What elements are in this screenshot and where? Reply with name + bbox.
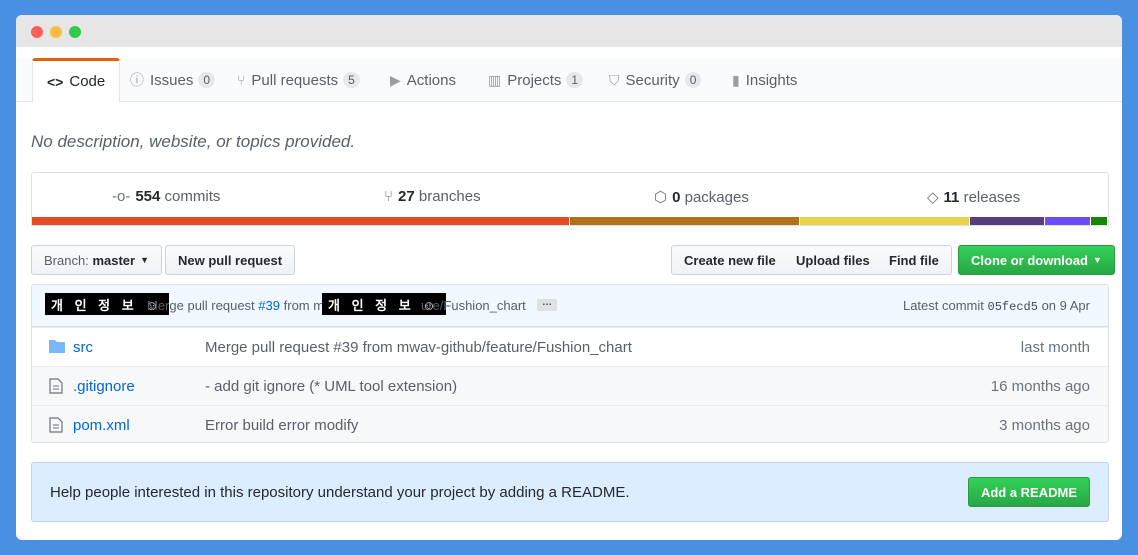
file-icon <box>49 378 63 398</box>
branches-label: branches <box>418 188 481 205</box>
tab-label: Pull requests <box>251 71 339 89</box>
graph-icon: ▮ <box>732 71 740 88</box>
file-commit-message[interactable]: Merge pull request #39 from mwav-github/… <box>205 339 632 356</box>
security-counter: 0 <box>684 72 702 88</box>
commit-msg-suffix: ure/Fushion_chart <box>421 298 526 313</box>
file-commit-message[interactable]: Error build error modify <box>205 417 358 434</box>
create-new-file-button[interactable]: Create new file <box>671 245 789 275</box>
issue-icon: ⓘ <box>130 72 144 88</box>
project-icon: ▥ <box>488 71 502 88</box>
shield-icon: ⛉ <box>609 71 620 88</box>
branch-prefix: Branch: <box>44 252 89 268</box>
file-age: last month <box>1020 339 1090 356</box>
file-name-link[interactable]: .gitignore <box>73 378 135 395</box>
repo-description: No description, website, or topics provi… <box>31 132 356 151</box>
commit-date: on 9 Apr <box>1041 298 1090 313</box>
language-segment[interactable] <box>32 217 571 225</box>
file-row[interactable]: .gitignore - add git ignore (* UML tool … <box>32 366 1108 405</box>
commit-message[interactable]: Merge pull request #39 from m <box>147 298 324 313</box>
packages-count: 0 <box>672 189 681 206</box>
language-segment[interactable] <box>970 217 1045 225</box>
tab-label: Insights <box>745 71 798 89</box>
file-age: 16 months ago <box>990 378 1090 395</box>
latest-commit-bar: 개 인 정 보 ☺ Merge pull request #39 from m … <box>32 285 1108 327</box>
commit-sha-link[interactable]: 05fecd5 <box>988 300 1038 314</box>
language-segment[interactable] <box>1090 217 1108 225</box>
tab-issues[interactable]: ⓘ Issues 0 <box>116 58 229 102</box>
package-icon: ⬡ <box>654 189 668 206</box>
minimize-window-button[interactable] <box>50 26 62 38</box>
file-commit-message[interactable]: - add git ignore (* UML tool extension) <box>205 378 457 395</box>
close-window-button[interactable] <box>31 26 43 38</box>
pr-link[interactable]: #39 <box>258 298 280 313</box>
releases-label: releases <box>963 189 1021 206</box>
upload-files-button[interactable]: Upload files <box>784 245 883 275</box>
packages-link[interactable]: ⬡ 0 packages <box>654 188 749 206</box>
releases-count: 11 <box>943 189 960 206</box>
maximize-window-button[interactable] <box>69 26 81 38</box>
branches-link[interactable]: ⑂ 27 branches <box>384 188 481 205</box>
tag-icon: ◇ <box>927 189 939 206</box>
commit-msg-from: from m <box>283 298 325 313</box>
new-pull-request-button[interactable]: New pull request <box>165 245 296 275</box>
commits-link[interactable]: -o- 554 commits <box>112 188 220 205</box>
file-name-link[interactable]: src <box>73 339 93 356</box>
language-segment[interactable] <box>570 217 801 225</box>
caret-down-icon: ▼ <box>1093 255 1102 265</box>
tab-label: Code <box>69 73 106 90</box>
tab-insights[interactable]: ▮ Insights <box>718 58 811 102</box>
caret-down-icon: ▼ <box>140 255 149 265</box>
file-name-link[interactable]: pom.xml <box>73 417 130 434</box>
folder-icon <box>49 339 65 357</box>
language-bar[interactable] <box>31 217 1109 226</box>
clone-or-download-button[interactable]: Clone or download ▼ <box>958 245 1115 275</box>
browser-window: <> Code ⓘ Issues 0 ⑂ Pull requests 5 ▶ A… <box>16 15 1122 540</box>
code-icon: <> <box>47 73 64 90</box>
tab-security[interactable]: ⛉ Security 0 <box>595 58 715 102</box>
packages-label: packages <box>684 189 749 206</box>
branch-name: master <box>92 252 136 268</box>
tab-pull-requests[interactable]: ⑂ Pull requests 5 <box>223 58 374 102</box>
tab-projects[interactable]: ▥ Projects 1 <box>474 58 597 102</box>
file-table: 개 인 정 보 ☺ Merge pull request #39 from m … <box>31 284 1109 443</box>
branch-select-button[interactable]: Branch: master ▼ <box>31 245 162 275</box>
pull-requests-counter: 5 <box>343 72 360 88</box>
language-segment[interactable] <box>1045 217 1091 225</box>
tab-label: Projects <box>507 71 562 89</box>
file-row[interactable]: pom.xml Error build error modify 3 month… <box>32 405 1108 442</box>
tab-label: Actions <box>406 71 456 89</box>
commit-msg-prefix: Merge pull request <box>147 298 255 313</box>
readme-prompt-text: Help people interested in this repositor… <box>50 484 630 501</box>
issues-counter: 0 <box>198 72 216 88</box>
readme-prompt: Help people interested in this repositor… <box>31 462 1109 522</box>
tab-label: Issues <box>150 71 194 89</box>
file-age: 3 months ago <box>999 417 1090 434</box>
tab-code[interactable]: <> Code <box>32 58 121 103</box>
add-readme-button[interactable]: Add a README <box>967 477 1090 507</box>
tab-actions[interactable]: ▶ Actions <box>376 58 470 102</box>
language-segment[interactable] <box>800 217 971 225</box>
repo-nav-tabs: <> Code ⓘ Issues 0 ⑂ Pull requests 5 ▶ A… <box>16 58 1122 103</box>
clone-label: Clone or download <box>971 252 1088 268</box>
releases-link[interactable]: ◇ 11 releases <box>927 188 1020 206</box>
find-file-button[interactable]: Find file <box>877 245 952 275</box>
latest-commit-info: Latest commit 05fecd5 on 9 Apr <box>903 298 1090 314</box>
pull-request-icon: ⑂ <box>237 72 246 88</box>
expand-commit-button[interactable]: … <box>537 298 557 311</box>
file-row[interactable]: src Merge pull request #39 from mwav-git… <box>32 327 1108 366</box>
commit-icon: -o- <box>112 188 131 205</box>
commits-label: commits <box>164 188 221 205</box>
commits-count: 554 <box>135 188 161 205</box>
latest-commit-label: Latest commit <box>902 298 984 313</box>
tab-label: Security <box>625 71 680 89</box>
branch-icon: ⑂ <box>384 188 394 205</box>
play-icon: ▶ <box>390 71 401 88</box>
branches-count: 27 <box>398 188 415 205</box>
file-icon <box>49 417 63 437</box>
projects-counter: 1 <box>566 72 584 88</box>
title-bar <box>16 15 1122 47</box>
